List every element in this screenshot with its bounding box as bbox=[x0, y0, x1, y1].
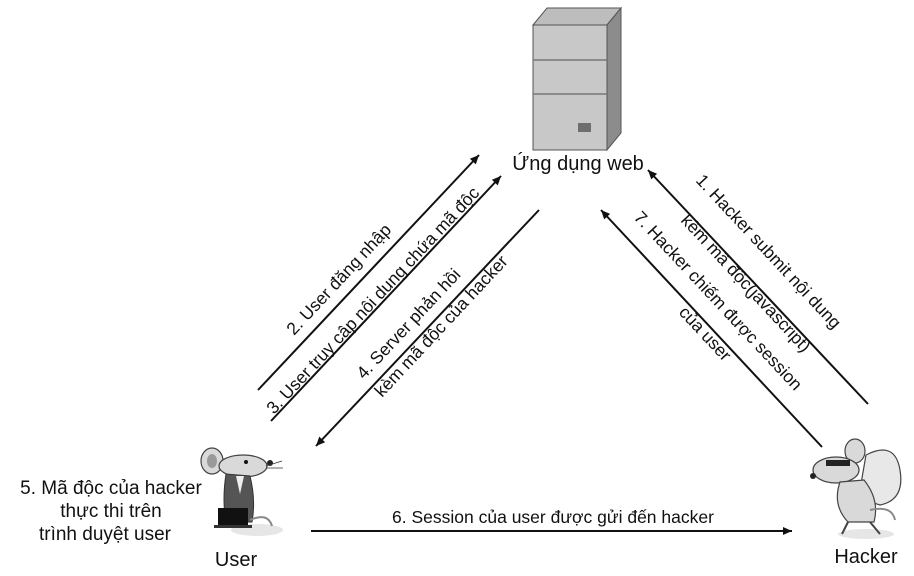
step6-label: 6. Session của user được gửi đến hacker bbox=[392, 507, 714, 527]
step7-label-line-1: 7. Hacker chiếm được session bbox=[630, 207, 806, 394]
server-label: Ứng dụng web bbox=[512, 152, 644, 175]
user-label: User bbox=[215, 549, 258, 571]
step5-line-2: thực thi trên bbox=[60, 501, 161, 522]
hacker-label: Hacker bbox=[834, 546, 898, 568]
step5-line-3: trình duyệt user bbox=[39, 524, 172, 545]
server-tower-icon bbox=[531, 6, 623, 152]
rat-user-at-laptop-icon bbox=[200, 447, 283, 536]
step5-line-1: 5. Mã độc của hacker bbox=[20, 478, 202, 499]
xss-attack-diagram: Ứng dụng web User Hacker 5. Mã độc của h… bbox=[20, 6, 902, 571]
masked-rat-burglar-icon bbox=[810, 438, 902, 539]
